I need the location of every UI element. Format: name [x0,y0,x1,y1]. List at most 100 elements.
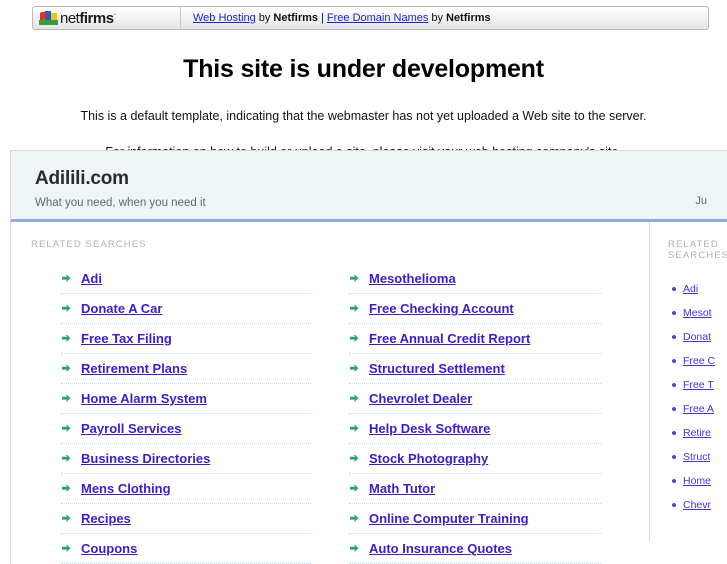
related-search-link[interactable]: Mens Clothing [81,481,171,496]
sidebar-term-item[interactable]: Free C [660,349,727,373]
related-search-link[interactable]: Business Directories [81,451,210,466]
web-hosting-link[interactable]: Web Hosting [193,12,256,24]
sidebar-term-item[interactable]: Free A [660,397,727,421]
related-search-link[interactable]: Math Tutor [369,481,435,496]
bullet-dot-icon [672,479,676,483]
sidebar-term-item[interactable]: Free T [660,373,727,397]
arrow-bullet-icon [349,333,361,345]
sidebar-term-link[interactable]: Free T [683,379,714,391]
arrow-bullet-icon [349,513,361,525]
related-search-row[interactable]: Free Checking Account [349,294,601,324]
arrow-bullet-icon [61,543,73,555]
netfirms-brand-1: Netfirms [273,12,319,24]
sidebar-term-link[interactable]: Free A [683,403,714,415]
arrow-bullet-icon [349,363,361,375]
sidebar-term-item[interactable]: Retire [660,421,727,445]
sidebar-term-list: Adi Mesot Donat Free C Free T Free A Retire Str… [660,261,727,517]
related-search-row[interactable]: Auto Insurance Quotes [349,534,601,564]
related-search-link[interactable]: Donate A Car [81,301,162,316]
netfirms-logo[interactable]: netfirms· [33,7,181,29]
netfirms-wordmark-bold: firms [79,9,114,27]
domain-tagline: What you need, when you need it [35,196,206,209]
netfirms-top-bar: netfirms· Web Hosting by Netfirms | Free… [32,6,709,30]
related-search-row[interactable]: Coupons [61,534,311,564]
related-search-row[interactable]: Online Computer Training [349,504,601,534]
sidebar-term-link[interactable]: Adi [683,283,698,295]
related-search-row[interactable]: Recipes [61,504,311,534]
arrow-bullet-icon [349,303,361,315]
related-search-link[interactable]: Free Checking Account [369,301,514,316]
netfirms-blocks-icon [39,10,58,26]
related-search-row[interactable]: Business Directories [61,444,311,474]
bullet-dot-icon [672,287,676,291]
related-search-link[interactable]: Stock Photography [369,451,488,466]
panel-header-right-text: Ju [695,195,707,207]
related-search-row[interactable]: Mens Clothing [61,474,311,504]
sidebar-term-link[interactable]: Mesot [683,307,712,319]
sidebar-related-searches-label: RELATED SEARCHES [668,239,727,261]
parked-domain-panel: Adilili.com What you need, when you need… [10,150,727,564]
netfirms-brand-2: Netfirms [446,12,491,24]
related-search-row[interactable]: Payroll Services [61,414,311,444]
related-searches-grid: Adi Donate A Car Free Tax Filing Retirement… [11,250,649,564]
related-search-row[interactable]: Math Tutor [349,474,601,504]
related-search-row[interactable]: Chevrolet Dealer [349,384,601,414]
sidebar-term-item[interactable]: Chevr [660,493,727,517]
related-search-link[interactable]: Free Tax Filing [81,331,172,346]
related-search-row[interactable]: Help Desk Software [349,414,601,444]
sidebar-term-link[interactable]: Home [683,475,711,487]
related-search-link[interactable]: Free Annual Credit Report [369,331,530,346]
netfirms-promo-links: Web Hosting by Netfirms | Free Domain Na… [181,7,491,29]
bullet-dot-icon [672,335,676,339]
related-search-row[interactable]: Stock Photography [349,444,601,474]
related-searches-sidebar: RELATED SEARCHES Adi Mesot Donat Free C Free… [649,222,727,542]
related-search-link[interactable]: Adi [81,271,102,286]
sidebar-term-item[interactable]: Mesot [660,301,727,325]
page-title: This site is under development [183,55,544,83]
related-search-row[interactable]: Home Alarm System [61,384,311,414]
panel-header: Adilili.com What you need, when you need… [11,151,727,222]
related-search-row[interactable]: Free Tax Filing [61,324,311,354]
related-search-row[interactable]: Mesothelioma [349,264,601,294]
development-paragraph-1: This is a default template, indicating t… [80,109,647,123]
arrow-bullet-icon [61,363,73,375]
sidebar-term-link[interactable]: Struct [683,451,710,463]
arrow-bullet-icon [61,423,73,435]
related-search-row[interactable]: Donate A Car [61,294,311,324]
sidebar-term-link[interactable]: Chevr [683,499,711,511]
arrow-bullet-icon [61,483,73,495]
related-searches-label: RELATED SEARCHES [31,239,147,250]
related-search-link[interactable]: Payroll Services [81,421,181,436]
related-search-link[interactable]: Help Desk Software [369,421,490,436]
arrow-bullet-icon [349,483,361,495]
panel-body: RELATED SEARCHES Adi Donate A Car Free Tax… [11,222,727,564]
related-search-link[interactable]: Recipes [81,511,131,526]
arrow-bullet-icon [349,453,361,465]
related-searches-column-left: Adi Donate A Car Free Tax Filing Retirement… [11,264,311,564]
related-search-link[interactable]: Mesothelioma [369,271,456,286]
sidebar-term-item[interactable]: Donat [660,325,727,349]
arrow-bullet-icon [349,393,361,405]
by-label-1: by [258,12,271,24]
sidebar-term-link[interactable]: Retire [683,427,711,439]
related-search-row[interactable]: Adi [61,264,311,294]
links-separator: | [321,12,324,24]
sidebar-term-item[interactable]: Struct [660,445,727,469]
arrow-bullet-icon [61,393,73,405]
sidebar-term-link[interactable]: Donat [683,331,711,343]
related-search-link[interactable]: Online Computer Training [369,511,529,526]
sidebar-term-item[interactable]: Adi [660,277,727,301]
related-search-link[interactable]: Chevrolet Dealer [369,391,472,406]
related-search-link[interactable]: Retirement Plans [81,361,187,376]
free-domain-names-link[interactable]: Free Domain Names [327,12,428,24]
sidebar-term-item[interactable]: Home [660,469,727,493]
related-search-link[interactable]: Coupons [81,541,137,556]
related-search-link[interactable]: Auto Insurance Quotes [369,541,512,556]
arrow-bullet-icon [61,303,73,315]
related-search-row[interactable]: Structured Settlement [349,354,601,384]
related-search-link[interactable]: Home Alarm System [81,391,207,406]
related-search-row[interactable]: Free Annual Credit Report [349,324,601,354]
related-search-link[interactable]: Structured Settlement [369,361,505,376]
related-search-row[interactable]: Retirement Plans [61,354,311,384]
sidebar-term-link[interactable]: Free C [683,355,715,367]
